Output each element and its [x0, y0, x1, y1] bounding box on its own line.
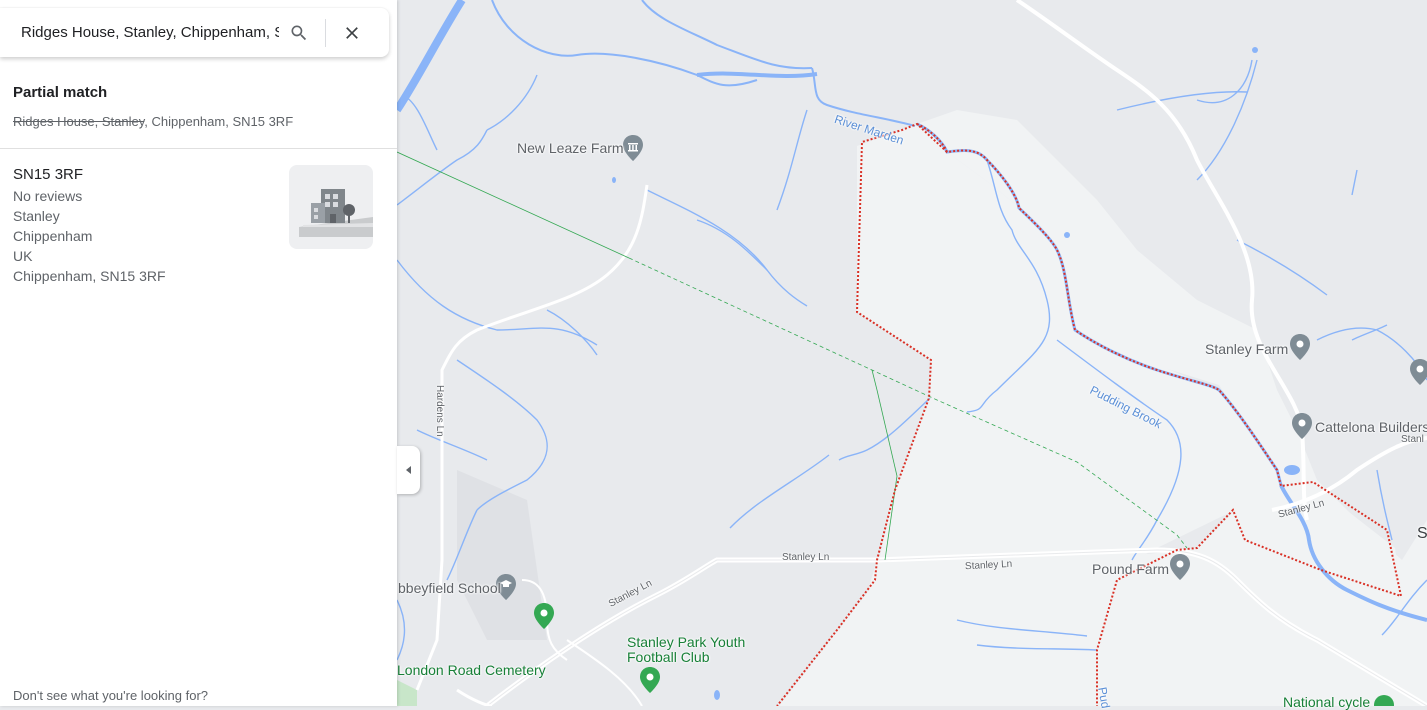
- result-locality: Stanley: [13, 208, 60, 224]
- park-pin-icon[interactable]: [533, 602, 555, 630]
- search-button[interactable]: [279, 13, 319, 53]
- result-country: UK: [13, 248, 33, 264]
- museum-pin-icon[interactable]: [622, 134, 644, 162]
- building-icon: [299, 189, 373, 237]
- result-thumbnail[interactable]: [289, 165, 373, 249]
- close-button[interactable]: [332, 13, 372, 53]
- road-label: Stanl: [1401, 434, 1424, 445]
- place-pin-icon[interactable]: [1291, 412, 1313, 440]
- place-label[interactable]: Pound Farm: [1092, 561, 1169, 577]
- place-label[interactable]: National cycle: [1283, 694, 1370, 710]
- park-pin-icon[interactable]: [639, 666, 661, 694]
- result-title[interactable]: SN15 3RF: [13, 166, 83, 183]
- place-label[interactable]: St: [1417, 525, 1427, 543]
- partial-match-title: Partial match: [13, 84, 108, 101]
- place-label[interactable]: New Leaze Farm: [517, 140, 624, 156]
- close-icon: [346, 26, 358, 39]
- place-label[interactable]: Cattelona Builders: [1315, 419, 1427, 435]
- search-input[interactable]: [21, 24, 279, 41]
- place-label[interactable]: Stanley Farm: [1205, 341, 1288, 357]
- place-label-line: Stanley Park Youth: [627, 634, 746, 650]
- map-canvas[interactable]: New Leaze Farm Stanley Farm Cattelona Bu…: [397, 0, 1427, 710]
- sidebar: Partial match Ridges House, Stanley, Chi…: [0, 0, 397, 706]
- road-label: Hardens Ln: [434, 385, 445, 437]
- partial-match-address: Ridges House, Stanley, Chippenham, SN15 …: [13, 114, 293, 129]
- result-town: Chippenham: [13, 228, 93, 244]
- not-found-link[interactable]: Don't see what you're looking for?: [13, 688, 208, 703]
- unmatched-text: Ridges House, Stanley: [13, 114, 145, 129]
- search-icon: [291, 25, 307, 40]
- collapse-panel-button[interactable]: [397, 446, 420, 494]
- cycle-pin-icon[interactable]: [1373, 694, 1395, 706]
- place-label[interactable]: London Road Cemetery: [397, 662, 546, 678]
- road-label: Stanley Ln: [782, 552, 830, 563]
- chevron-left-icon: [405, 466, 411, 474]
- search-separator: [325, 18, 326, 47]
- place-label[interactable]: bbeyfield School: [398, 580, 501, 596]
- search-box: [0, 8, 389, 57]
- search-result[interactable]: SN15 3RF No reviews Stanley Chippenham U…: [0, 149, 397, 299]
- place-pin-icon[interactable]: [1169, 553, 1191, 581]
- place-label-line: Football Club: [627, 649, 710, 665]
- place-pin-icon[interactable]: [1409, 358, 1427, 386]
- place-pin-icon[interactable]: [1289, 333, 1311, 361]
- result-address: Chippenham, SN15 3RF: [13, 268, 166, 284]
- place-label[interactable]: Stanley Park Youth Football Club: [627, 635, 745, 665]
- matched-text: , Chippenham, SN15 3RF: [144, 114, 294, 129]
- result-reviews: No reviews: [13, 188, 83, 204]
